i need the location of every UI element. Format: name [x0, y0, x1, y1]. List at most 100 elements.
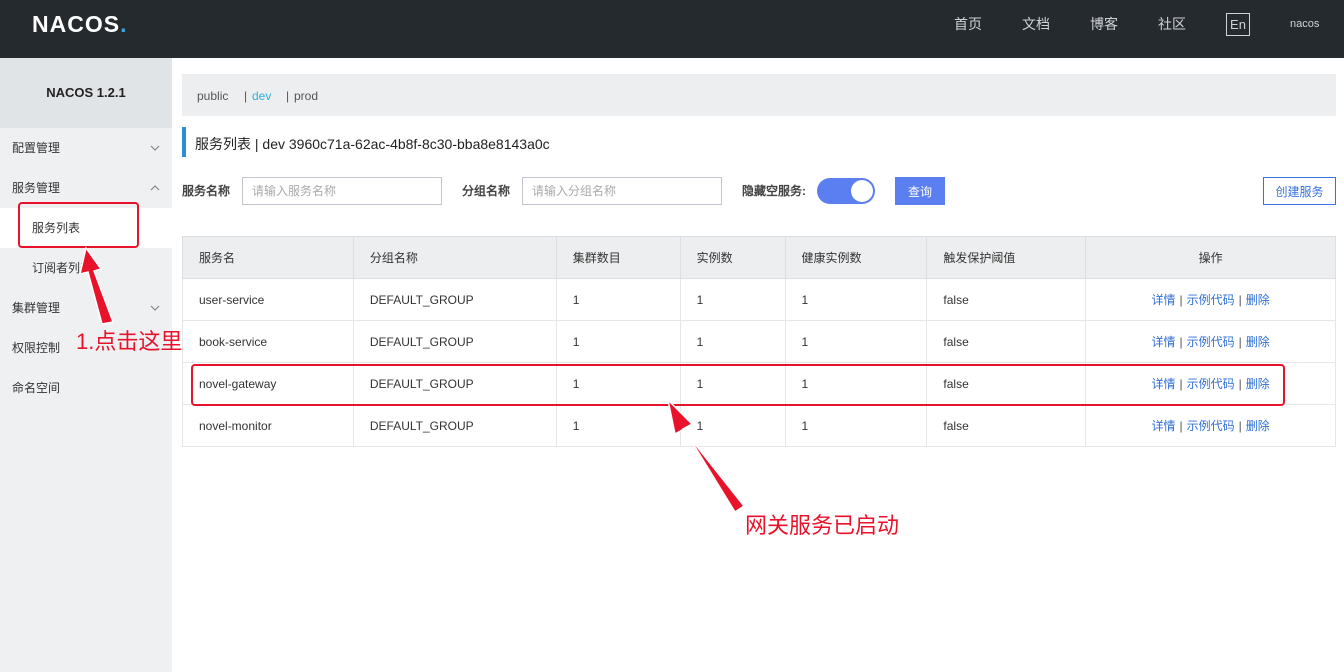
cell-threshold: false: [926, 320, 1087, 363]
query-button[interactable]: 查询: [895, 177, 945, 205]
action-separator: |: [1238, 335, 1242, 349]
annotation-click-here: 1.点击这里: [76, 329, 183, 354]
cell-service-name: user-service: [182, 278, 354, 321]
delete-link[interactable]: 删除: [1246, 419, 1270, 433]
hide-empty-toggle[interactable]: [817, 178, 875, 204]
action-separator: |: [1179, 335, 1183, 349]
cell-group: DEFAULT_GROUP: [352, 320, 557, 363]
action-separator: |: [1238, 377, 1242, 391]
sidebar-item-service-list[interactable]: 服务列表: [0, 208, 172, 248]
nav-community[interactable]: 社区: [1158, 0, 1186, 58]
cell-service-name: novel-gateway: [182, 362, 354, 405]
namespace-dev[interactable]: dev: [252, 74, 271, 118]
namespace-prod[interactable]: prod: [294, 74, 318, 118]
sample-code-link[interactable]: 示例代码: [1187, 377, 1235, 391]
column-header: 实例数: [679, 236, 786, 279]
delete-link[interactable]: 删除: [1246, 335, 1270, 349]
create-service-button[interactable]: 创建服务: [1263, 177, 1336, 205]
cell-instances: 1: [679, 362, 786, 405]
chevron-down-icon: [150, 145, 160, 151]
cell-actions: 详情 | 示例代码 | 删除: [1085, 278, 1336, 321]
delete-link[interactable]: 删除: [1246, 377, 1270, 391]
cell-healthy: 1: [784, 320, 928, 363]
cell-clusters: 1: [555, 404, 681, 447]
service-table: 服务名 分组名称 集群数目 实例数 健康实例数 触发保护阈值 操作 user-s…: [182, 236, 1336, 447]
cell-actions: 详情 | 示例代码 | 删除: [1085, 362, 1336, 405]
sidebar-item-label: 集群管理: [12, 301, 61, 315]
language-toggle[interactable]: En: [1226, 13, 1250, 36]
cell-instances: 1: [679, 278, 786, 321]
column-header: 健康实例数: [784, 236, 928, 279]
detail-link[interactable]: 详情: [1151, 293, 1175, 307]
sidebar-item-label: 服务管理: [12, 181, 61, 195]
table-row: novel-gateway DEFAULT_GROUP 1 1 1 false …: [182, 362, 1336, 405]
title-accent-bar: [182, 127, 186, 157]
sidebar-item-label: 配置管理: [12, 141, 61, 155]
table-row: user-service DEFAULT_GROUP 1 1 1 false 详…: [182, 278, 1336, 321]
nav-docs[interactable]: 文档: [1022, 0, 1050, 58]
cell-group: DEFAULT_GROUP: [352, 362, 557, 405]
delete-link[interactable]: 删除: [1246, 293, 1270, 307]
action-separator: |: [1238, 293, 1242, 307]
action-separator: |: [1179, 293, 1183, 307]
cell-group: DEFAULT_GROUP: [352, 404, 557, 447]
cell-threshold: false: [926, 404, 1087, 447]
sample-code-link[interactable]: 示例代码: [1187, 419, 1235, 433]
sidebar-item-label: 命名空间: [12, 381, 61, 395]
detail-link[interactable]: 详情: [1151, 419, 1175, 433]
sidebar-item-service-mgmt[interactable]: 服务管理: [0, 168, 172, 208]
cell-instances: 1: [679, 320, 786, 363]
version-label: NACOS 1.2.1: [0, 58, 172, 128]
cell-healthy: 1: [784, 362, 928, 405]
cell-clusters: 1: [555, 362, 681, 405]
sample-code-link[interactable]: 示例代码: [1187, 335, 1235, 349]
sidebar-item-cluster[interactable]: 集群管理: [0, 288, 172, 328]
group-name-input[interactable]: [522, 177, 722, 205]
top-navbar: NACOS. 首页 文档 博客 社区 En nacos: [0, 0, 1344, 58]
detail-link[interactable]: 详情: [1151, 335, 1175, 349]
cell-service-name: novel-monitor: [182, 404, 354, 447]
cell-instances: 1: [679, 404, 786, 447]
table-row: book-service DEFAULT_GROUP 1 1 1 false 详…: [182, 320, 1336, 363]
cell-clusters: 1: [555, 278, 681, 321]
sidebar-item-label: 服务列表: [32, 221, 81, 235]
sample-code-link[interactable]: 示例代码: [1187, 293, 1235, 307]
group-name-label: 分组名称: [462, 184, 511, 198]
sidebar-item-label: 权限控制: [12, 341, 61, 355]
nacos-logo[interactable]: NACOS.: [32, 10, 127, 38]
sidebar-item-subscribers[interactable]: 订阅者列表: [0, 248, 172, 288]
cell-clusters: 1: [555, 320, 681, 363]
table-header: 服务名 分组名称 集群数目 实例数 健康实例数 触发保护阈值 操作: [182, 236, 1336, 279]
column-header: 集群数目: [555, 236, 681, 279]
service-name-input[interactable]: [242, 177, 442, 205]
sidebar: NACOS 1.2.1 配置管理 服务管理 服务列表 订阅者列表 集群管理 权限…: [0, 58, 172, 672]
namespace-separator: |: [286, 89, 290, 103]
sidebar-item-label: 订阅者列表: [32, 261, 93, 275]
user-name[interactable]: nacos: [1290, 0, 1319, 48]
namespace-public[interactable]: public: [197, 74, 228, 118]
page-title: 服务列表 | dev 3960c71a-62ac-4b8f-8c30-bba8e…: [195, 136, 550, 152]
action-separator: |: [1179, 419, 1183, 433]
action-separator: |: [1238, 419, 1242, 433]
cell-healthy: 1: [784, 404, 928, 447]
cell-group: DEFAULT_GROUP: [352, 278, 557, 321]
column-header: 触发保护阈值: [926, 236, 1087, 279]
cell-service-name: book-service: [182, 320, 354, 363]
sidebar-item-config[interactable]: 配置管理: [0, 128, 172, 168]
annotation-gateway-started: 网关服务已启动: [745, 513, 900, 538]
action-separator: |: [1179, 377, 1183, 391]
nav-blog[interactable]: 博客: [1090, 0, 1118, 58]
toggle-knob: [851, 180, 873, 202]
hide-empty-label: 隐藏空服务:: [742, 184, 806, 198]
table-row: novel-monitor DEFAULT_GROUP 1 1 1 false …: [182, 404, 1336, 447]
chevron-down-icon: [150, 305, 160, 311]
cell-threshold: false: [926, 278, 1087, 321]
namespace-bar: public | dev | prod: [182, 74, 1336, 116]
cell-actions: 详情 | 示例代码 | 删除: [1085, 320, 1336, 363]
sidebar-item-namespace[interactable]: 命名空间: [0, 368, 172, 408]
chevron-up-icon: [150, 185, 160, 191]
detail-link[interactable]: 详情: [1151, 377, 1175, 391]
cell-actions: 详情 | 示例代码 | 删除: [1085, 404, 1336, 447]
cell-healthy: 1: [784, 278, 928, 321]
nav-home[interactable]: 首页: [954, 0, 982, 58]
